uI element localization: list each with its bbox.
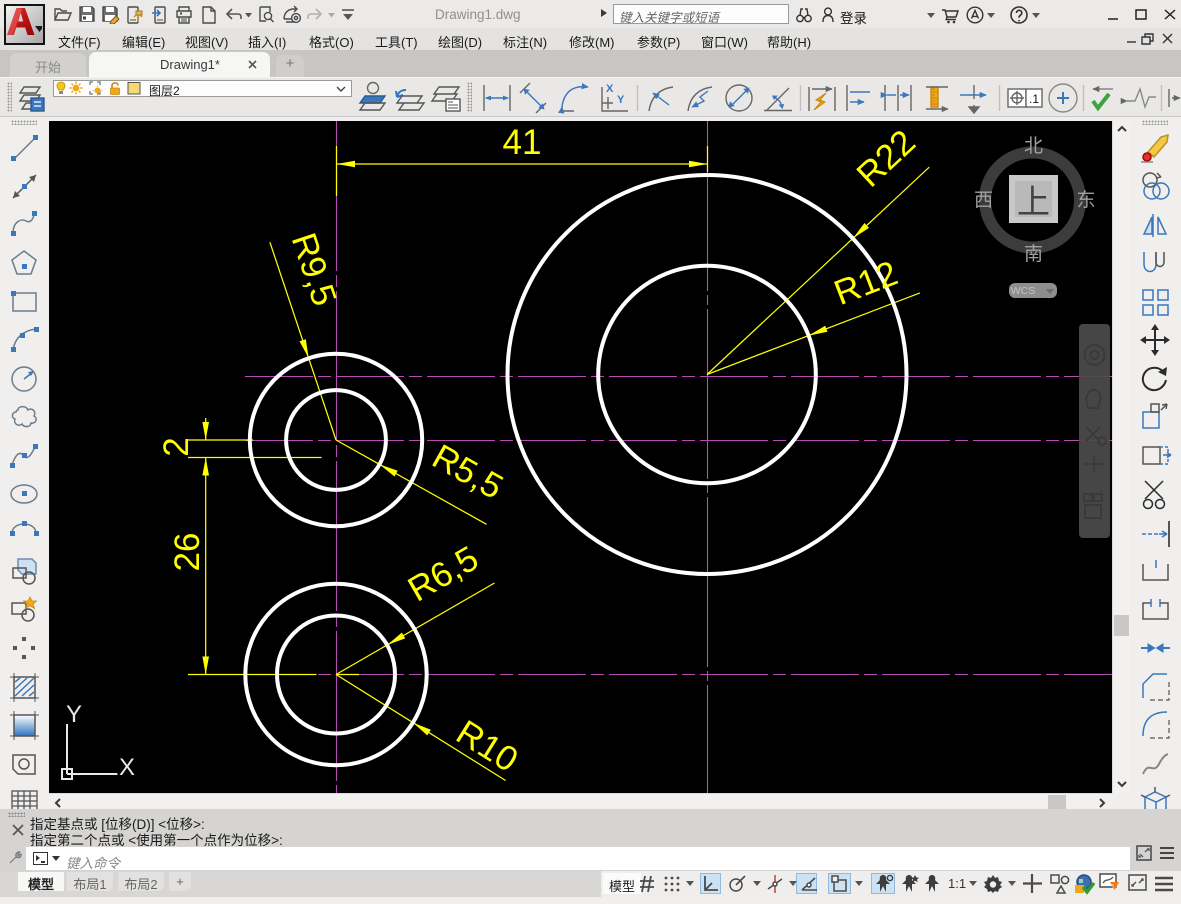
svg-text:R9,5: R9,5	[284, 228, 344, 310]
svg-text:东: 东	[1076, 189, 1095, 211]
svg-text:X: X	[119, 754, 135, 781]
svg-text:WCS: WCS	[1011, 285, 1036, 297]
svg-text:西: 西	[974, 190, 993, 211]
svg-text:南: 南	[1024, 243, 1043, 265]
svg-text:北: 北	[1024, 135, 1043, 157]
svg-text:上: 上	[1017, 185, 1050, 221]
svg-text:R6,5: R6,5	[401, 539, 485, 610]
svg-text:Y: Y	[617, 94, 625, 106]
svg-text:X: X	[606, 83, 614, 95]
svg-text:.1: .1	[1029, 92, 1039, 106]
svg-text:26: 26	[168, 533, 207, 572]
svg-text:R5,5: R5,5	[426, 437, 510, 507]
svg-text:2: 2	[157, 437, 196, 456]
svg-text:41: 41	[503, 123, 542, 162]
svg-text:!: !	[1112, 884, 1114, 891]
svg-text:Y: Y	[66, 701, 82, 728]
svg-text:R10: R10	[450, 713, 525, 780]
svg-text:1:1: 1:1	[948, 876, 966, 891]
